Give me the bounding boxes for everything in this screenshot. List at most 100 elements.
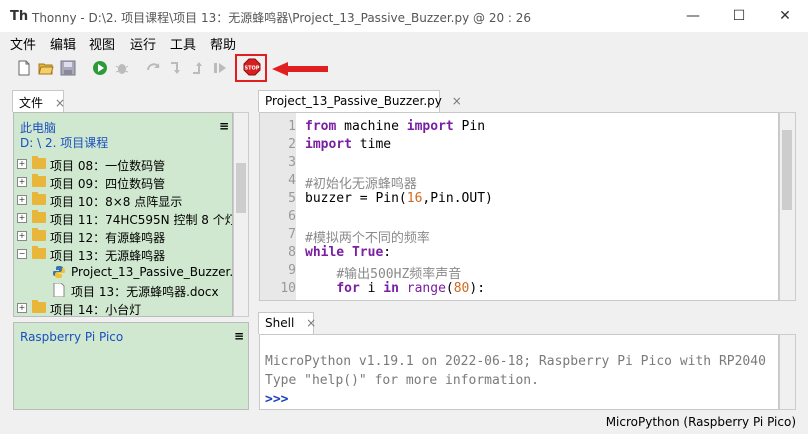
tree-item-project-11[interactable]: + 项目 11：74HC595N 控制 8 个灯 (14, 209, 233, 227)
tree-item-project-14[interactable]: + 项目 14：小台灯 (14, 299, 232, 317)
line-number: 7 (288, 227, 296, 242)
shell-prompt[interactable]: >>> (265, 392, 288, 407)
device-location-label[interactable]: Raspberry Pi Pico (20, 330, 123, 344)
expand-icon[interactable]: + (17, 195, 27, 205)
tree-item-label: 项目 08：一位数码管 (50, 159, 166, 173)
line-number: 5 (288, 191, 296, 206)
expand-icon[interactable]: + (17, 231, 27, 241)
open-folder-icon[interactable] (38, 60, 54, 76)
folder-icon (32, 300, 46, 313)
tab-editor-file[interactable]: Project_13_Passive_Buzzer.py × (258, 90, 462, 112)
toolbar: STOP (0, 54, 808, 84)
shell-scrollbar[interactable] (779, 334, 796, 410)
tree-item-project-09[interactable]: + 项目 09：四位数码管 (14, 173, 232, 191)
tree-item-label: 项目 13：无源蜂鸣器.docx (71, 285, 219, 299)
tab-shell-label: Shell (265, 316, 295, 330)
shell-panel[interactable]: MicroPython v1.19.1 on 2022-06-18; Raspb… (259, 334, 779, 410)
expand-icon[interactable]: + (17, 213, 27, 223)
tree-item-python-file[interactable]: Project_13_Passive_Buzzer.py (14, 263, 233, 281)
tree-item-project-12[interactable]: + 项目 12：有源蜂鸣器 (14, 227, 232, 245)
window-title: Thonny - D:\2. 项目课程\项目 13：无源蜂鸣器\Project_… (32, 11, 532, 25)
tab-editor-label: Project_13_Passive_Buzzer.py (265, 94, 442, 108)
tab-files-close-icon[interactable]: × (55, 96, 65, 110)
files-menu-icon[interactable]: ≡ (219, 119, 229, 133)
tab-files[interactable]: 文件 × (12, 90, 65, 112)
files-tab-bar: 文件 × (12, 90, 248, 112)
tree-item-project-13[interactable]: − 项目 13：无源蜂鸣器 (14, 245, 232, 263)
tree-item-label: 项目 13：无源蜂鸣器 (50, 249, 166, 263)
tab-shell-close-icon[interactable]: × (306, 316, 316, 330)
expand-icon[interactable]: + (17, 159, 27, 169)
code-line[interactable]: from machine import Pin (305, 119, 485, 134)
location-path[interactable]: D: \ 2. 项目课程 (20, 134, 108, 151)
folder-icon (32, 210, 46, 223)
line-number: 4 (288, 173, 296, 188)
status-bar: MicroPython (Raspberry Pi Pico) (0, 412, 808, 434)
device-menu-icon[interactable]: ≡ (234, 329, 244, 343)
files-scrollbar-thumb[interactable] (236, 163, 246, 213)
tab-editor-close-icon[interactable]: × (452, 94, 462, 108)
menu-bar: 文件 编辑 视图 运行 工具 帮助 (0, 32, 808, 53)
annotation-arrow-icon (272, 62, 328, 76)
shell-banner-line: MicroPython v1.19.1 on 2022-06-18; Raspb… (265, 354, 766, 369)
menu-edit[interactable]: 编辑 (50, 34, 76, 53)
thonny-app-icon: Th (10, 9, 29, 24)
code-line[interactable]: #初始化无源蜂鸣器 (305, 173, 417, 192)
line-number: 8 (288, 245, 296, 260)
resume-icon[interactable] (212, 60, 228, 76)
device-files-panel: Raspberry Pi Pico ≡ (13, 322, 249, 410)
step-over-icon[interactable] (146, 60, 162, 76)
files-scrollbar[interactable] (233, 112, 249, 317)
step-into-icon[interactable] (168, 60, 184, 76)
expand-icon[interactable]: + (17, 177, 27, 187)
code-line[interactable]: buzzer = Pin(16,Pin.OUT) (305, 191, 493, 206)
stop-highlight-box (235, 54, 267, 82)
line-number: 1 (288, 119, 296, 134)
minimize-button[interactable]: — (670, 0, 716, 32)
tree-item-label: 项目 12：有源蜂鸣器 (50, 231, 166, 245)
tab-files-label: 文件 (19, 96, 44, 110)
editor-scrollbar-thumb[interactable] (782, 130, 792, 210)
line-number: 9 (288, 263, 296, 278)
code-line[interactable]: #模拟两个不同的频率 (305, 227, 430, 246)
save-icon[interactable] (60, 60, 76, 76)
debug-icon[interactable] (114, 60, 130, 76)
code-line[interactable]: for i in range(80): (305, 281, 485, 296)
tree-item-project-08[interactable]: + 项目 08：一位数码管 (14, 155, 232, 173)
close-window-button[interactable]: ✕ (762, 0, 808, 32)
menu-view[interactable]: 视图 (89, 34, 115, 53)
code-line[interactable]: import time (305, 137, 391, 152)
new-file-icon[interactable] (16, 60, 32, 76)
document-file-icon (53, 283, 65, 297)
interpreter-status[interactable]: MicroPython (Raspberry Pi Pico) (606, 415, 796, 429)
line-number: 10 (280, 281, 296, 296)
folder-icon (32, 192, 46, 205)
code-line[interactable]: #输出500HZ频率声音 (305, 263, 461, 282)
menu-file[interactable]: 文件 (10, 34, 36, 53)
tree-item-project-10[interactable]: + 项目 10：8×8 点阵显示 (14, 191, 232, 209)
tree-item-docx-file[interactable]: 项目 13：无源蜂鸣器.docx (14, 281, 232, 299)
editor-tab-bar: Project_13_Passive_Buzzer.py × (258, 90, 798, 112)
shell-help-line: Type "help()" for more information. (265, 373, 539, 388)
tree-item-label: 项目 11：74HC595N 控制 8 个灯 (50, 213, 233, 227)
line-number: 3 (288, 155, 296, 170)
line-number-gutter: 1 2 3 4 5 6 7 8 9 10 (260, 113, 296, 300)
menu-run[interactable]: 运行 (130, 34, 156, 53)
python-file-icon (53, 266, 65, 278)
line-number: 2 (288, 137, 296, 152)
folder-open-icon (32, 246, 46, 259)
run-icon[interactable] (92, 60, 108, 76)
tab-shell[interactable]: Shell × (258, 312, 316, 334)
tree-item-label: Project_13_Passive_Buzzer.py (71, 265, 233, 279)
collapse-icon[interactable]: − (17, 249, 27, 259)
expand-icon[interactable]: + (17, 303, 27, 313)
files-panel: 此电脑 D: \ 2. 项目课程 ≡ + 项目 08：一位数码管 + 项目 09… (13, 112, 233, 317)
step-out-icon[interactable] (190, 60, 206, 76)
code-line[interactable]: while True: (305, 245, 391, 260)
menu-tools[interactable]: 工具 (170, 34, 196, 53)
maximize-button[interactable]: ☐ (716, 0, 762, 32)
folder-icon (32, 156, 46, 169)
line-number: 6 (288, 209, 296, 224)
menu-help[interactable]: 帮助 (210, 34, 236, 53)
tree-item-label: 项目 14：小台灯 (50, 303, 142, 317)
